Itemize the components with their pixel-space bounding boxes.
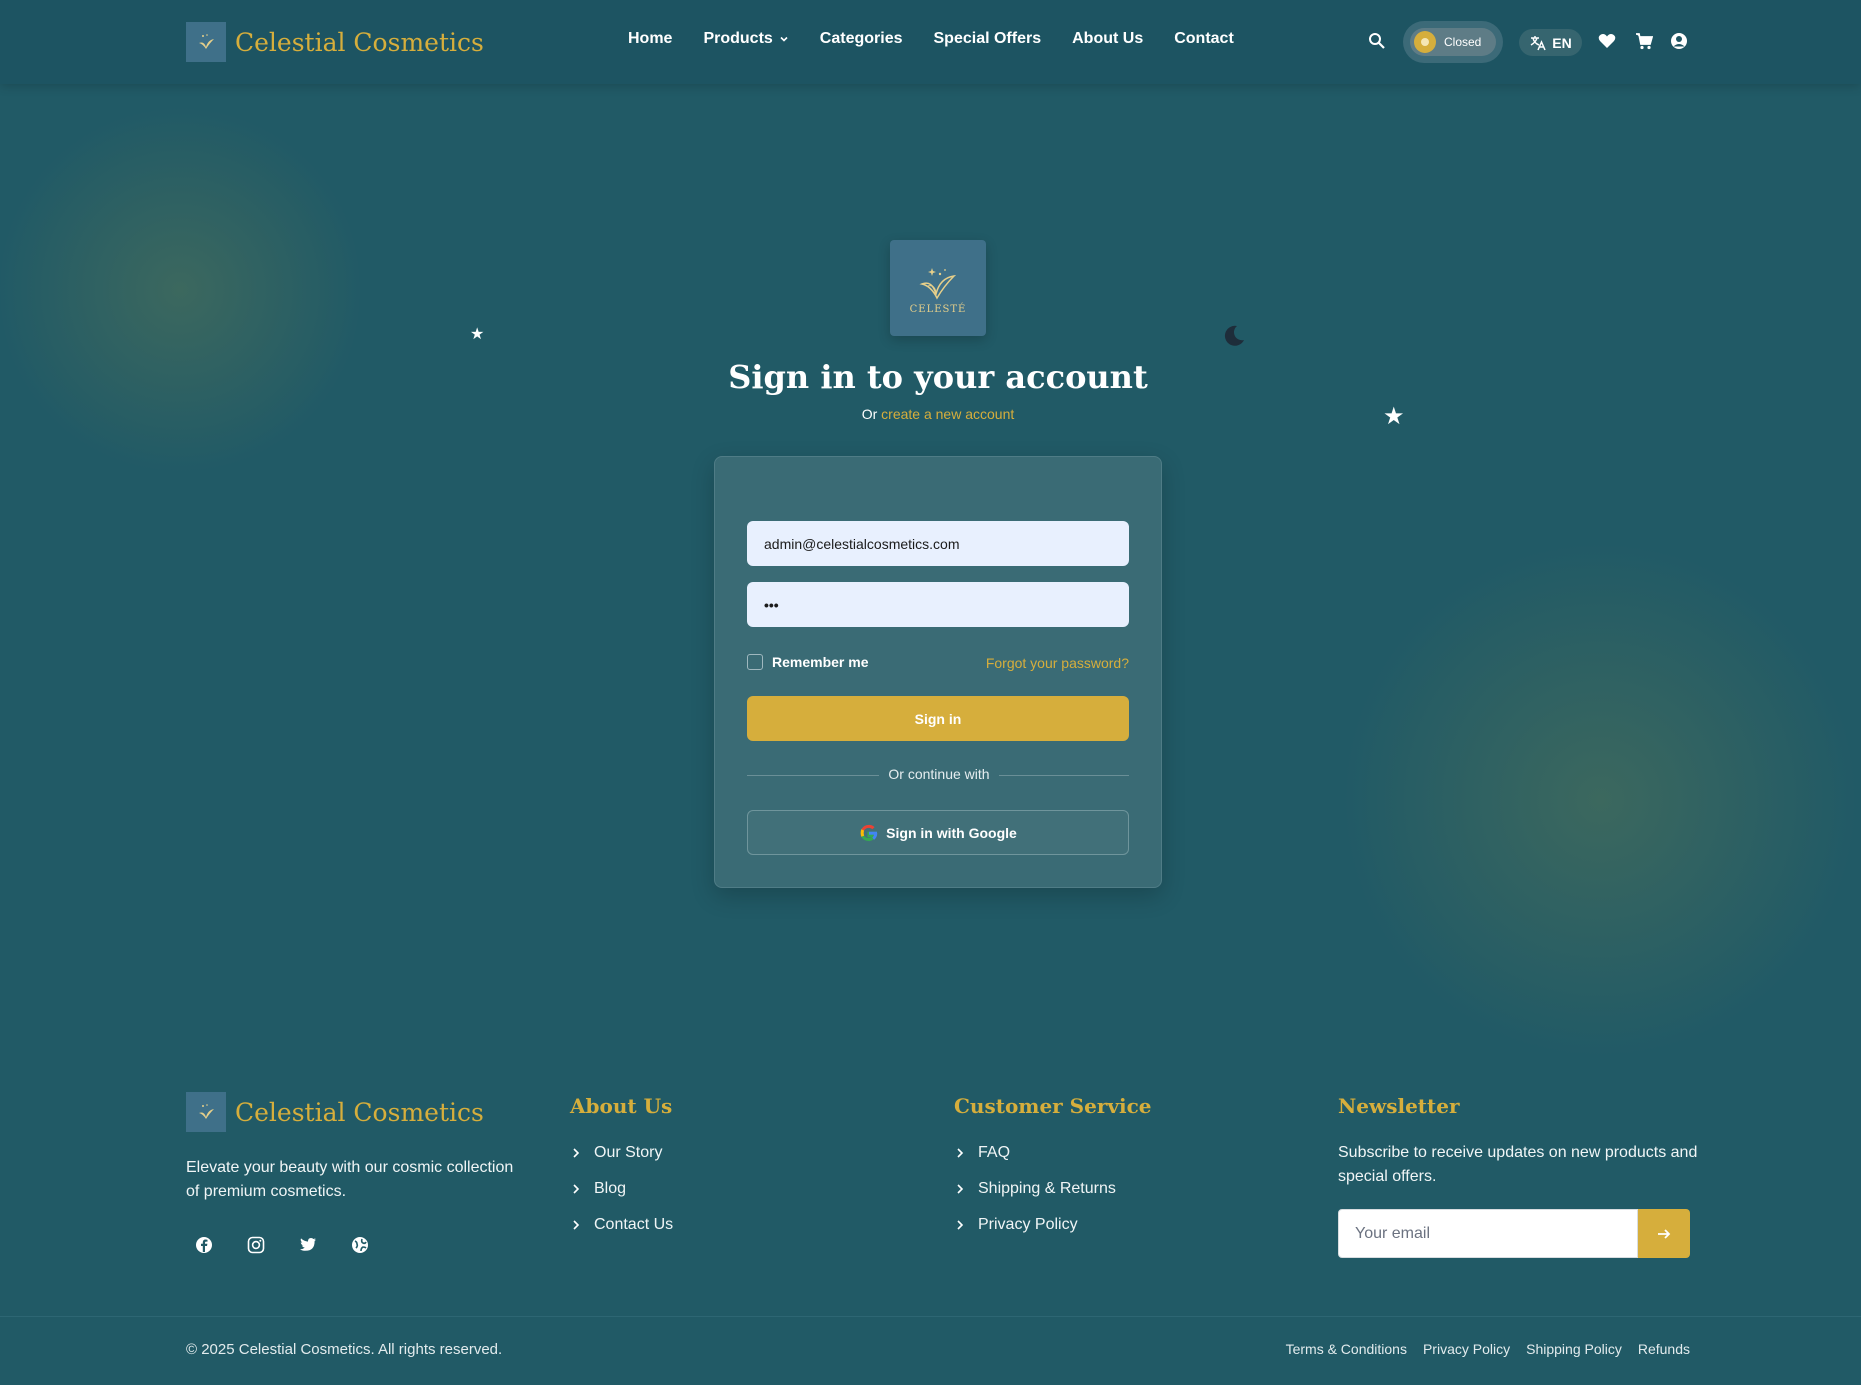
chevron-right-icon	[570, 1148, 582, 1158]
instagram-icon[interactable]	[246, 1235, 266, 1255]
footer-link-label: Contact Us	[594, 1216, 674, 1233]
facebook-icon[interactable]	[194, 1235, 214, 1255]
remember-me: Remember me	[747, 654, 869, 670]
divider-text: Or continue with	[879, 766, 999, 782]
store-status-toggle[interactable]: Closed	[1403, 21, 1503, 63]
twitter-icon[interactable]	[298, 1235, 318, 1255]
nav-categories-label: Categories	[819, 30, 903, 47]
chevron-right-icon	[954, 1148, 966, 1158]
nav-about-us-label: About Us	[1072, 30, 1144, 47]
remember-me-label: Remember me	[772, 654, 869, 670]
google-icon	[860, 824, 878, 841]
celeste-logo-text: CELESTÉ	[909, 303, 967, 315]
nav-special-offers-label: Special Offers	[933, 30, 1042, 47]
newsletter-placeholder: Your email	[1355, 1224, 1431, 1242]
copyright-text: © 2025 Celestial Cosmetics. All rights r…	[186, 1341, 503, 1358]
footer-link-our-story[interactable]: Our Story	[570, 1141, 673, 1165]
nav-special-offers[interactable]: Special Offers	[934, 30, 1042, 48]
footer-link-label: Blog	[594, 1180, 627, 1197]
footer-link-privacy-policy[interactable]: Privacy Policy	[954, 1213, 1116, 1237]
header-brand[interactable]: Celestial Cosmetics	[186, 22, 484, 62]
footer-link-faq[interactable]: FAQ	[954, 1141, 1116, 1165]
language-label: EN	[1552, 34, 1572, 51]
chevron-right-icon	[954, 1220, 966, 1230]
chevron-right-icon	[570, 1184, 582, 1194]
footer-about-links: Our Story Blog Contact Us	[570, 1141, 673, 1249]
newsletter-submit-button[interactable]	[1638, 1209, 1690, 1258]
nav-products-label: Products	[703, 30, 773, 47]
footer-brand-name: Celestial Cosmetics	[235, 1097, 484, 1127]
brand-logo-icon	[186, 22, 226, 62]
footer-service-title: Customer Service	[954, 1094, 1152, 1118]
nav-categories[interactable]: Categories	[820, 30, 903, 48]
footer-link-contact-us[interactable]: Contact Us	[570, 1213, 673, 1237]
nav-contact-label: Contact	[1174, 30, 1234, 47]
create-account-link[interactable]: create a new account	[881, 406, 1014, 422]
sign-in-button[interactable]: Sign in	[747, 696, 1129, 741]
divider-label: Or continue with	[715, 766, 1163, 784]
account-icon[interactable]	[1668, 30, 1690, 52]
site-header: Celestial Cosmetics Home Products Catego…	[0, 0, 1861, 84]
password-value: •••	[764, 596, 779, 613]
cart-icon[interactable]	[1633, 30, 1655, 52]
nav-home[interactable]: Home	[628, 30, 672, 48]
language-selector[interactable]: EN	[1519, 29, 1582, 56]
newsletter-description: Subscribe to receive updates on new prod…	[1338, 1144, 1698, 1185]
celeste-logo: CELESTÉ	[890, 240, 986, 336]
globe-icon[interactable]	[350, 1235, 370, 1255]
subtitle-prefix: Or	[861, 406, 878, 422]
search-icon[interactable]	[1366, 30, 1388, 52]
background-glow-left	[0, 100, 360, 480]
nav-home-label: Home	[628, 30, 673, 47]
store-status-switch: Closed	[1410, 28, 1496, 56]
nav-about-us[interactable]: About Us	[1072, 30, 1143, 48]
signin-subtitle: Or create a new account	[0, 406, 1861, 422]
signin-title: Sign in to your account	[728, 358, 1148, 396]
footer-brand[interactable]: Celestial Cosmetics	[186, 1092, 484, 1132]
newsletter-email-input[interactable]: Your email	[1338, 1209, 1638, 1258]
footer-link-label: FAQ	[978, 1144, 1011, 1161]
legal-link-refunds[interactable]: Refunds	[1638, 1341, 1690, 1357]
legal-links: Terms & Conditions Privacy Policy Shippi…	[1270, 1341, 1690, 1357]
translate-icon	[1530, 35, 1546, 50]
footer-link-label: Our Story	[594, 1144, 663, 1161]
footer-link-blog[interactable]: Blog	[570, 1177, 673, 1201]
moon-icon	[1224, 325, 1244, 346]
google-signin-label: Sign in with Google	[886, 824, 1017, 841]
arrow-right-icon	[1658, 1228, 1671, 1239]
brand-name: Celestial Cosmetics	[235, 27, 484, 57]
footer-service-links: FAQ Shipping & Returns Privacy Policy	[954, 1141, 1116, 1249]
celeste-logo-icon	[919, 267, 957, 300]
remember-me-checkbox[interactable]	[747, 654, 763, 670]
main-nav: Home Products Categories Special Offers …	[628, 30, 1265, 48]
chevron-right-icon	[954, 1184, 966, 1194]
footer-about-title: About Us	[570, 1094, 673, 1118]
forgot-password-link[interactable]: Forgot your password?	[986, 655, 1129, 671]
chevron-right-icon	[570, 1220, 582, 1230]
footer-link-label: Shipping & Returns	[978, 1180, 1116, 1197]
google-signin-button[interactable]: Sign in with Google	[747, 810, 1129, 855]
chevron-down-icon	[780, 36, 788, 42]
sign-in-button-label: Sign in	[914, 710, 962, 727]
social-links	[194, 1235, 402, 1255]
nav-products[interactable]: Products	[703, 30, 788, 48]
heart-icon[interactable]	[1596, 30, 1618, 52]
background-glow-right	[1340, 540, 1860, 1060]
footer-logo-icon	[186, 1092, 226, 1132]
nav-contact[interactable]: Contact	[1174, 30, 1234, 48]
store-status-label: Closed	[1444, 35, 1482, 49]
footer-link-label: Privacy Policy	[978, 1216, 1078, 1233]
legal-link-shipping[interactable]: Shipping Policy	[1526, 1341, 1622, 1357]
footer-newsletter-title: Newsletter	[1338, 1094, 1460, 1118]
email-value: admin@celestialcosmetics.com	[764, 535, 960, 552]
signin-card: admin@celestialcosmetics.com ••• Remembe…	[714, 456, 1162, 888]
legal-link-terms[interactable]: Terms & Conditions	[1286, 1341, 1407, 1357]
footer-link-shipping-returns[interactable]: Shipping & Returns	[954, 1177, 1116, 1201]
password-field[interactable]: •••	[747, 582, 1129, 627]
star-decoration-left: ★	[470, 326, 485, 343]
sun-icon	[1414, 31, 1436, 53]
footer-description: Elevate your beauty with our cosmic coll…	[186, 1159, 514, 1200]
email-field[interactable]: admin@celestialcosmetics.com	[747, 521, 1129, 566]
legal-link-privacy[interactable]: Privacy Policy	[1423, 1341, 1510, 1357]
